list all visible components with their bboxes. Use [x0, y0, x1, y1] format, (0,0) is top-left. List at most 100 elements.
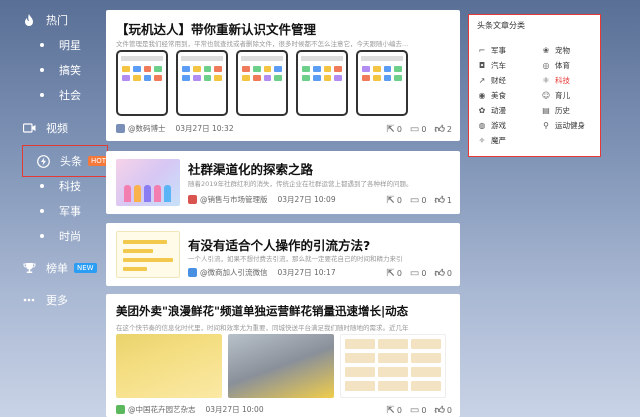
- article-title[interactable]: 有没有适合个人操作的引流方法?: [188, 235, 370, 254]
- like-button[interactable]: 👍︎ 0: [434, 267, 452, 279]
- sidebar-item-label: 时尚: [59, 230, 81, 243]
- sidebar-item-label: 军事: [59, 205, 81, 218]
- category-cars[interactable]: ◘ 汽车: [477, 60, 506, 71]
- sidebar-item-label: 头条: [60, 155, 82, 168]
- share-button[interactable]: ⇱ 0: [386, 123, 401, 135]
- category-military[interactable]: ⌐ 军事: [477, 45, 506, 56]
- category-sports[interactable]: ◎ 体育: [541, 60, 571, 71]
- anime-icon: ✿: [478, 106, 486, 115]
- phone-screenshot: [296, 50, 348, 116]
- comment-button[interactable]: ▭ 0: [410, 267, 427, 279]
- comment-button[interactable]: ▭ 0: [410, 194, 427, 206]
- share-button[interactable]: ⇱ 0: [386, 194, 401, 206]
- share-icon: ⇱: [386, 123, 395, 135]
- like-button[interactable]: 👍︎ 0: [434, 404, 452, 416]
- article-thumbnails[interactable]: [116, 50, 416, 116]
- comment-icon: ▭: [409, 194, 420, 206]
- category-food[interactable]: ◉ 美食: [477, 90, 507, 101]
- article-author[interactable]: @数码博士: [128, 123, 166, 134]
- article-summary: 文件管理是我们经常用到，平常也就查找或者删除文件，很多时候都不怎么注意它，今天跟…: [116, 40, 409, 48]
- category-magic[interactable]: ✧ 魔严: [477, 135, 506, 146]
- new-badge: NEW: [74, 263, 97, 273]
- article-date: 03月27日 10:09: [277, 195, 336, 204]
- sidebar-item-society[interactable]: 社会: [22, 84, 81, 106]
- category-finance[interactable]: ↗ 财经: [477, 75, 506, 86]
- sidebar-item-hot[interactable]: 热门: [22, 9, 68, 31]
- article-title[interactable]: 美团外卖"浪漫鲜花"频道单独运营鲜花销量迅速增长|动态: [116, 303, 408, 319]
- share-button[interactable]: ⇱ 0: [386, 404, 401, 416]
- sidebar-item-label: 明星: [59, 39, 81, 52]
- share-icon: ⇱: [386, 194, 395, 206]
- category-anime[interactable]: ✿ 动漫: [477, 105, 506, 116]
- food-icon: ◉: [478, 91, 486, 100]
- chart-icon: ↗: [478, 76, 486, 85]
- article-author[interactable]: @中国花卉园艺杂志: [128, 404, 196, 415]
- sidebar-item-video[interactable]: 视频: [22, 117, 68, 139]
- category-parenting[interactable]: ☺ 育儿: [541, 90, 570, 101]
- sidebar-item-label: 热门: [46, 14, 68, 27]
- sidebar-item-tech[interactable]: 科技: [22, 175, 81, 197]
- article-card[interactable]: 美团外卖"浪漫鲜花"频道单独运营鲜花销量迅速增长|动态 在这个快节奏的信息化时代…: [106, 294, 460, 417]
- fitness-icon: ⚲: [543, 121, 549, 130]
- article-card[interactable]: 社群渠道化的探索之路 随着2019年社群红利的消失，传统企业在社群运营上都遇到了…: [106, 151, 460, 214]
- article-meta: @数码博士 03月27日 10:32: [116, 123, 234, 134]
- category-panel: 头条文章分类 ⌐ 军事 ❀ 宠物 ◘ 汽车 ◎ 体育 ↗ 财经 ⚛ 科技 ◉ 美食 ☺ 育儿 ✿…: [468, 14, 601, 157]
- book-icon: ▤: [542, 106, 550, 115]
- category-history[interactable]: ▤ 历史: [541, 105, 570, 116]
- sidebar-item-funny[interactable]: 搞笑: [22, 59, 81, 81]
- article-author[interactable]: @销售与市场管理版: [200, 194, 268, 205]
- gun-icon: ⌐: [478, 46, 486, 55]
- sidebar-item-label: 搞笑: [59, 64, 81, 77]
- gamepad-icon: ◍: [478, 121, 486, 130]
- thumbs-up-icon: 👍︎: [434, 268, 445, 279]
- sidebar-item-headlines[interactable]: 头条 HOT: [36, 150, 110, 172]
- category-tech[interactable]: ⚛ 科技: [541, 75, 570, 86]
- article-actions: ⇱ 0 ▭ 0 👍︎ 0: [378, 267, 452, 280]
- sidebar-item-military[interactable]: 军事: [22, 200, 81, 222]
- sidebar-item-rankings[interactable]: 榜单 NEW: [22, 257, 97, 279]
- article-thumbnails[interactable]: [116, 334, 452, 398]
- category-fitness[interactable]: ⚲ 运动健身: [541, 120, 585, 131]
- category-pets[interactable]: ❀ 宠物: [541, 45, 570, 56]
- phone-screenshot: [176, 50, 228, 116]
- sidebar: 热门 明星 搞笑 社会 视频 头条 HOT 科技 军事 时尚 榜单 NEW 更多: [0, 0, 110, 417]
- article-meta: @中国花卉园艺杂志 03月27日 10:00: [116, 404, 264, 415]
- comment-icon: ▭: [409, 123, 420, 135]
- article-title[interactable]: 【玩机达人】带你重新认识文件管理: [116, 19, 316, 38]
- phone-screenshot: [356, 50, 408, 116]
- sidebar-item-fashion[interactable]: 时尚: [22, 225, 81, 247]
- baby-icon: ☺: [541, 91, 551, 100]
- sidebar-item-more[interactable]: 更多: [22, 289, 68, 311]
- article-card[interactable]: 【玩机达人】带你重新认识文件管理 文件管理是我们经常用到，平常也就查找或者删除文…: [106, 10, 460, 141]
- panel-title: 头条文章分类: [477, 21, 525, 30]
- sidebar-item-label: 科技: [59, 180, 81, 193]
- bullet-icon: [40, 68, 44, 72]
- article-title[interactable]: 社群渠道化的探索之路: [188, 159, 313, 178]
- flame-icon: [22, 13, 36, 27]
- like-button[interactable]: 👍︎ 2: [434, 123, 452, 135]
- bullet-icon: [40, 209, 44, 213]
- article-summary: 随着2019年社群红利的消失，传统企业在社群运营上都遇到了各种样的问题。: [188, 180, 413, 188]
- like-button[interactable]: 👍︎ 1: [434, 194, 452, 206]
- category-games[interactable]: ◍ 游戏: [477, 120, 507, 131]
- article-actions: ⇱ 0 ▭ 0 👍︎ 2: [378, 123, 452, 136]
- article-actions: ⇱ 0 ▭ 0 👍︎ 0: [378, 404, 452, 417]
- thumbs-up-icon: 👍︎: [434, 124, 445, 135]
- sidebar-item-stars[interactable]: 明星: [22, 34, 81, 56]
- comment-button[interactable]: ▭ 0: [410, 123, 427, 135]
- article-card[interactable]: 有没有适合个人操作的引流方法? 一个人引流，如果不想付费去引流，那么就一定要花自…: [106, 223, 460, 286]
- paw-icon: ❀: [542, 46, 550, 55]
- phone-screenshot: [116, 50, 168, 116]
- sidebar-item-label: 榜单: [46, 262, 68, 275]
- comment-button[interactable]: ▭ 0: [410, 404, 427, 416]
- bullet-icon: [40, 184, 44, 188]
- article-author[interactable]: @微商加人引流微信: [200, 267, 268, 278]
- share-button[interactable]: ⇱ 0: [386, 267, 401, 279]
- magic-icon: ✧: [478, 136, 486, 145]
- more-icon: [22, 293, 36, 307]
- article-thumbnail[interactable]: [116, 231, 180, 278]
- comment-icon: ▭: [409, 404, 420, 416]
- article-thumbnail[interactable]: [116, 159, 180, 206]
- article-meta: @销售与市场管理版 03月27日 10:09: [188, 194, 336, 205]
- lightning-icon: [36, 154, 50, 168]
